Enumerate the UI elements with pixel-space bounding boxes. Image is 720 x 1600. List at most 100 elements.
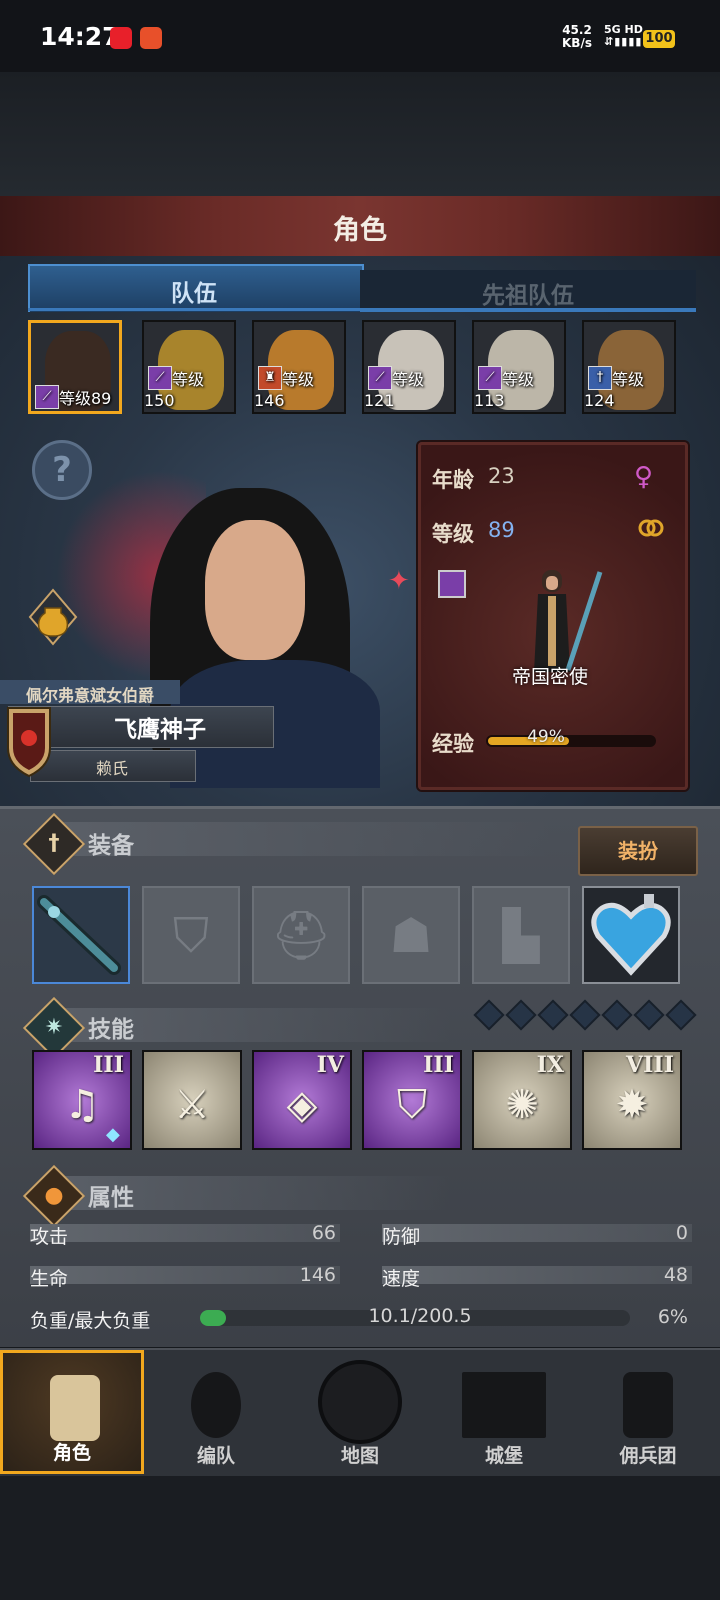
- age-label: 年龄: [432, 468, 474, 492]
- marriage-ring-icon: [638, 519, 664, 537]
- skill-slot-5[interactable]: IX ✺: [472, 1050, 572, 1150]
- network-indicator: 5G HD ⇵▮▮▮▮: [604, 24, 643, 48]
- battery-icon: 100: [643, 30, 675, 48]
- shield-icon: ⛉: [397, 1082, 427, 1128]
- noble-title: 佩尔弗意斌女伯爵: [26, 686, 155, 705]
- load-label: 负重/最大负重: [30, 1310, 151, 1332]
- party-member-level: ⟋ 等级121: [364, 366, 454, 410]
- boots-icon: ▙: [502, 908, 540, 964]
- net-speed: 45.2 KB/s: [562, 24, 592, 50]
- potion-pot-icon[interactable]: [28, 588, 78, 646]
- explosion-icon: ✹: [615, 1082, 649, 1128]
- nav-label: 角色: [52, 1442, 91, 1464]
- burst-icon: ✺: [505, 1082, 539, 1128]
- music-note-icon: ♫: [64, 1082, 100, 1128]
- skill-slot-6[interactable]: VIII ✹: [582, 1050, 682, 1150]
- load-bar-fill: [200, 1310, 226, 1326]
- skill-rank: III: [93, 1052, 124, 1078]
- staff-icon: ⟋: [368, 366, 392, 390]
- exp-label: 经验: [432, 732, 474, 756]
- page-title: 角色: [333, 215, 387, 246]
- class-name: 帝国密使: [511, 666, 588, 688]
- party-member-3[interactable]: ♜ 等级146: [252, 320, 346, 414]
- character-surname: 赖氏: [95, 759, 128, 778]
- party-member-level: † 等级124: [584, 366, 674, 410]
- compass-map-icon: [318, 1360, 402, 1444]
- mercenary-icon: [623, 1372, 673, 1438]
- crystal-hand-icon: ◈: [286, 1082, 318, 1128]
- age-value: 23: [488, 464, 515, 488]
- party-member-1[interactable]: ⟋ 等级89: [28, 320, 122, 414]
- staff-icon: [37, 895, 121, 975]
- party-member-level: ⟋ 等级89: [31, 385, 119, 409]
- nav-mercenary[interactable]: 佣兵团: [576, 1350, 720, 1474]
- nav-label: 编队: [196, 1445, 235, 1467]
- armor-slot[interactable]: ☗: [362, 886, 460, 984]
- family-crest-icon[interactable]: [4, 704, 54, 778]
- load-value: 10.1/200.5: [368, 1305, 472, 1327]
- nav-map[interactable]: 地图: [288, 1350, 432, 1474]
- party-member-level: ⟋ 等级113: [474, 366, 564, 410]
- party-member-2[interactable]: ⟋ 等级150: [142, 320, 236, 414]
- tab-team-label: 队伍: [171, 281, 217, 307]
- attributes-title: 属性: [88, 1185, 134, 1211]
- party-member-4[interactable]: ⟋ 等级121: [362, 320, 456, 414]
- skill-slot-3[interactable]: IV ◈: [252, 1050, 352, 1150]
- attack-value: 66: [311, 1222, 336, 1244]
- net-speed-unit: KB/s: [562, 36, 592, 50]
- shield-slot[interactable]: ⛉: [142, 886, 240, 984]
- notification-app-icon-2: [140, 27, 162, 49]
- female-icon: ♀: [634, 462, 654, 492]
- nav-castle[interactable]: 城堡: [432, 1350, 576, 1474]
- skills-title: 技能: [88, 1017, 134, 1043]
- heart-amulet-icon: [591, 894, 671, 976]
- diamond-icon: ◆: [106, 1124, 120, 1145]
- notification-app-icon: [110, 27, 132, 49]
- dress-up-button[interactable]: 装扮: [578, 826, 698, 876]
- party-member-6[interactable]: † 等级124: [582, 320, 676, 414]
- class-staff-icon: [438, 570, 466, 598]
- top-backdrop: [0, 72, 720, 196]
- helmet-slot[interactable]: ⛑: [252, 886, 350, 984]
- formation-icon: [191, 1372, 241, 1438]
- skill-rank: IX: [536, 1052, 564, 1078]
- sword-icon: †: [588, 366, 612, 390]
- exp-value: 49%: [527, 727, 565, 747]
- staff-icon: ⟋: [35, 385, 59, 409]
- nav-label: 城堡: [484, 1445, 523, 1467]
- speed-value: 48: [663, 1264, 688, 1286]
- armor-icon: ☗: [389, 908, 433, 964]
- boots-slot[interactable]: ▙: [472, 886, 570, 984]
- skill-rank: IV: [316, 1052, 344, 1078]
- nav-formation[interactable]: 编队: [144, 1350, 288, 1474]
- staff-icon: ⟋: [148, 366, 172, 390]
- character-face: [205, 520, 305, 660]
- equipment-title: 装备: [88, 833, 134, 859]
- bottom-backdrop: [0, 1476, 720, 1600]
- sword-summon-icon: ⚔: [174, 1082, 210, 1128]
- weapon-slot[interactable]: [32, 886, 130, 984]
- staff-icon: ⟋: [478, 366, 502, 390]
- speed-label: 速度: [382, 1268, 421, 1290]
- level-label: 等级: [432, 522, 474, 546]
- party-member-level: ⟋ 等级150: [144, 366, 234, 410]
- skill-slot-1[interactable]: III ♫ ◆: [32, 1050, 132, 1150]
- party-member-level: ♜ 等级146: [254, 366, 344, 410]
- nav-character[interactable]: 角色: [0, 1350, 144, 1474]
- character-name: 飞鹰神子: [114, 717, 206, 743]
- skill-slot-2[interactable]: ⚔: [142, 1050, 242, 1150]
- load-percent: 6%: [657, 1306, 688, 1328]
- defense-label: 防御: [382, 1226, 421, 1248]
- shield-icon: ⛉: [172, 908, 209, 964]
- level-value: 89: [488, 518, 515, 542]
- hp-label: 生命: [30, 1268, 69, 1290]
- skill-rank: VIII: [626, 1052, 674, 1078]
- amulet-slot[interactable]: [582, 886, 680, 984]
- status-time: 14:27: [40, 22, 120, 51]
- nav-label: 地图: [340, 1445, 379, 1467]
- signal-icon: ⇵▮▮▮▮: [604, 35, 643, 48]
- skill-slot-4[interactable]: III ⛉: [362, 1050, 462, 1150]
- castle-icon: ♜: [258, 366, 282, 390]
- hp-value: 146: [299, 1264, 336, 1286]
- party-member-5[interactable]: ⟋ 等级113: [472, 320, 566, 414]
